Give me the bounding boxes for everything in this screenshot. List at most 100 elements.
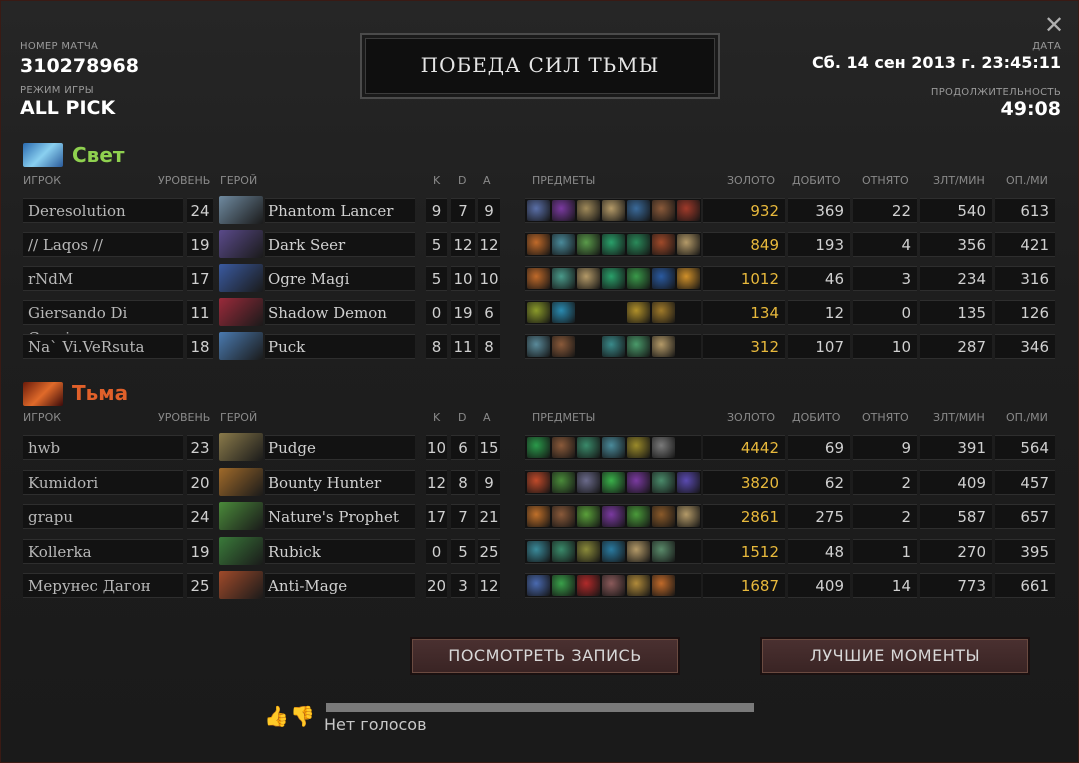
player-row[interactable]: Na` Vi.VeRsuta 18 Puck 8 11 8 312 107 10 287 346 (23, 332, 1055, 360)
item-icon[interactable] (602, 540, 625, 562)
item-icon[interactable] (577, 200, 600, 221)
item-icon[interactable] (552, 575, 575, 596)
item-icon[interactable] (552, 200, 575, 221)
item-icon[interactable] (652, 302, 675, 323)
item-icon[interactable] (552, 336, 575, 357)
item-icon[interactable] (652, 471, 675, 493)
item-icon[interactable] (602, 471, 625, 493)
hero-portrait-icon[interactable] (219, 264, 263, 292)
item-icon[interactable] (652, 234, 675, 255)
hero-portrait-icon[interactable] (219, 502, 263, 530)
item-icon[interactable] (602, 336, 625, 357)
close-icon[interactable]: ✕ (1043, 13, 1065, 37)
player-row[interactable]: Kumidori 20 Bounty Hunter 12 8 9 3820 62 2 409 457 (23, 467, 1055, 496)
item-icon[interactable] (602, 268, 625, 289)
item-icon[interactable] (602, 506, 625, 527)
watch-replay-button[interactable]: ПОСМОТРЕТЬ ЗАПИСЬ (412, 639, 678, 673)
player-row[interactable]: Deresolution 24 Phantom Lancer 9 7 9 932 369 22 5… (23, 196, 1055, 224)
item-icon[interactable] (527, 437, 550, 458)
hero-portrait-icon[interactable] (219, 332, 263, 360)
item-icon[interactable] (627, 302, 650, 323)
item-icon[interactable] (527, 540, 550, 562)
player-row[interactable]: hwb 23 Pudge 10 6 15 4442 69 9 391 564 (23, 433, 1055, 461)
item-icon[interactable] (552, 268, 575, 289)
player-name[interactable]: rNdM (23, 266, 183, 291)
player-name[interactable]: Мерунес Дагон (23, 573, 183, 598)
item-icon[interactable] (577, 437, 600, 458)
player-name[interactable]: Kollerka (23, 538, 183, 564)
highlights-button[interactable]: ЛУЧШИЕ МОМЕНТЫ (762, 639, 1028, 673)
gold-per-minute: 409 (920, 469, 992, 495)
item-icon[interactable] (652, 506, 675, 527)
item-icon[interactable] (527, 302, 550, 323)
item-icon[interactable] (677, 506, 700, 527)
item-icon[interactable] (552, 471, 575, 493)
hero-portrait-icon[interactable] (219, 467, 263, 496)
player-name[interactable]: Na` Vi.VeRsuta (23, 334, 183, 359)
item-icon[interactable] (552, 234, 575, 255)
item-icon[interactable] (627, 336, 650, 357)
item-icon[interactable] (627, 540, 650, 562)
item-icon[interactable] (652, 336, 675, 357)
hero-portrait-icon[interactable] (219, 571, 263, 599)
item-icon[interactable] (552, 506, 575, 527)
item-icon[interactable] (677, 268, 700, 289)
player-name[interactable]: grapu (23, 504, 183, 529)
item-icon[interactable] (527, 506, 550, 527)
hero-portrait-icon[interactable] (219, 230, 263, 258)
item-icon[interactable] (652, 575, 675, 596)
item-icon[interactable] (527, 268, 550, 289)
item-icon[interactable] (652, 200, 675, 221)
player-row[interactable]: Giersando Di Caprio11Shadow Demon0196134… (23, 298, 1055, 347)
item-icon[interactable] (527, 200, 550, 221)
hero-portrait-icon[interactable] (219, 433, 263, 461)
player-name[interactable]: Giersando Di Caprio (23, 300, 183, 347)
item-icon[interactable] (577, 575, 600, 596)
item-icon[interactable] (527, 234, 550, 255)
player-name[interactable]: // Laqos // (23, 232, 183, 257)
item-icon[interactable] (652, 437, 675, 458)
item-icon[interactable] (602, 200, 625, 221)
player-row[interactable]: Kollerka 19 Rubick 0 5 25 1512 48 1 270 395 (23, 536, 1055, 565)
item-icon[interactable] (677, 471, 700, 493)
item-icon[interactable] (602, 575, 625, 596)
hero-portrait-icon[interactable] (219, 196, 263, 224)
item-icon[interactable] (627, 200, 650, 221)
player-row[interactable]: grapu 24 Nature's Prophet 17 7 21 2861 275 2 587 6… (23, 502, 1055, 530)
item-icon[interactable] (577, 471, 600, 493)
thumbs-up-icon[interactable]: 👍 (264, 704, 289, 730)
item-icon[interactable] (602, 437, 625, 458)
player-name[interactable]: Deresolution (23, 198, 183, 223)
item-icon[interactable] (577, 506, 600, 527)
item-icon[interactable] (677, 234, 700, 255)
item-icon[interactable] (602, 234, 625, 255)
item-icon[interactable] (577, 234, 600, 255)
hero-portrait-icon[interactable] (219, 536, 263, 565)
player-row[interactable]: rNdM 17 Ogre Magi 5 10 10 1012 46 3 234 316 (23, 264, 1055, 292)
item-icon[interactable] (627, 471, 650, 493)
item-icon[interactable] (652, 540, 675, 562)
item-icon[interactable] (652, 268, 675, 289)
gold: 1512 (703, 538, 785, 564)
item-icon[interactable] (577, 268, 600, 289)
item-icon[interactable] (552, 540, 575, 562)
hero-portrait-icon[interactable] (219, 298, 263, 326)
thumbs-down-icon[interactable]: 👎 (290, 704, 315, 730)
item-icon[interactable] (527, 336, 550, 357)
item-icon[interactable] (552, 437, 575, 458)
player-name[interactable]: hwb (23, 435, 183, 460)
item-icon[interactable] (677, 200, 700, 221)
item-icon[interactable] (627, 268, 650, 289)
player-row[interactable]: // Laqos //19 Dark Seer 5 12 12 849 193 4 356 421 (23, 230, 1055, 258)
item-icon[interactable] (627, 234, 650, 255)
item-icon[interactable] (627, 575, 650, 596)
player-name[interactable]: Kumidori (23, 469, 183, 495)
item-icon[interactable] (527, 575, 550, 596)
item-icon[interactable] (527, 471, 550, 493)
item-icon[interactable] (627, 437, 650, 458)
item-icon[interactable] (552, 302, 575, 323)
xp-per-minute: 126 (995, 300, 1055, 325)
player-row[interactable]: Мерунес Дагон 25 Anti-Mage 20 3 12 1687 409 14 77… (23, 571, 1055, 599)
item-icon[interactable] (627, 506, 650, 527)
item-icon[interactable] (577, 540, 600, 562)
